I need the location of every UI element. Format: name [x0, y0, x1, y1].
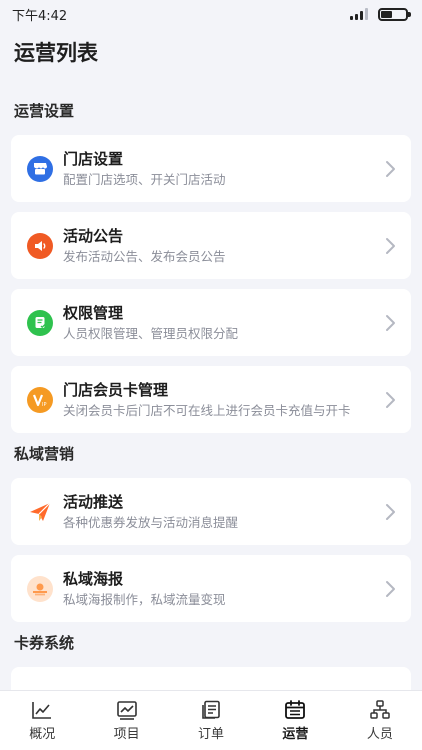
menu-item-desc: 私域海报制作，私域流量变现	[63, 591, 226, 607]
poster-icon	[27, 575, 53, 602]
menu-item-private-poster[interactable]: 私域海报 私域海报制作，私域流量变现	[11, 555, 411, 622]
line-chart-icon	[116, 700, 137, 720]
menu-item-permissions[interactable]: 权限管理 人员权限管理、管理员权限分配	[11, 289, 411, 356]
menu-item-title: 门店设置	[63, 149, 124, 168]
order-list-icon	[202, 700, 220, 719]
calendar-icon	[285, 699, 306, 719]
menu-item-store-settings[interactable]: 门店设置 配置门店选项、开关门店活动	[11, 135, 411, 202]
section-title-operations: 运营设置	[14, 102, 75, 120]
page-title: 运营列表	[14, 41, 98, 65]
menu-item-desc: 各种优惠券发放与活动消息提醒	[63, 514, 239, 530]
chevron-right-icon	[386, 237, 395, 254]
battery-icon	[378, 7, 411, 21]
tab-label: 订单	[198, 726, 225, 742]
tab-orders[interactable]: 订单	[169, 691, 253, 750]
menu-item-title: 门店会员卡管理	[63, 380, 169, 399]
menu-item-desc: 关闭会员卡后门店不可在线上进行会员卡充值与开卡	[63, 402, 351, 418]
tab-label: 概况	[29, 726, 56, 742]
status-icons	[350, 7, 411, 21]
section-title-coupon-system: 卡券系统	[14, 634, 75, 652]
tab-projects[interactable]: 项目	[84, 691, 168, 750]
tab-staff[interactable]: 人员	[338, 691, 422, 750]
tab-label: 项目	[113, 726, 140, 742]
status-bar: 下午4:42	[0, 0, 422, 28]
menu-item-title: 活动推送	[63, 492, 124, 511]
chevron-right-icon	[386, 580, 395, 597]
tab-label: 运营	[282, 726, 309, 742]
tab-operations[interactable]: 运营	[253, 691, 337, 750]
menu-item-activity-push[interactable]: 活动推送 各种优惠券发放与活动消息提醒	[11, 478, 411, 545]
menu-item-announcements[interactable]: 活动公告 发布活动公告、发布会员公告	[11, 212, 411, 279]
status-time: 下午4:42	[12, 8, 68, 24]
trend-chart-icon	[32, 701, 52, 719]
tab-label: 人员	[366, 726, 393, 742]
menu-item-title: 活动公告	[63, 226, 124, 245]
store-icon	[27, 155, 53, 182]
section-title-private-marketing: 私域营销	[14, 445, 75, 463]
menu-item-desc: 发布活动公告、发布会员公告	[63, 248, 226, 264]
org-chart-icon	[370, 699, 390, 719]
bottom-tab-bar: 概况 项目 订单 运营 人员	[0, 690, 422, 750]
menu-item-member-card[interactable]: IP 门店会员卡管理 关闭会员卡后门店不可在线上进行会员卡充值与开卡	[11, 366, 411, 433]
menu-item-title: 私域海报	[63, 569, 124, 588]
menu-item-title: 权限管理	[63, 303, 124, 322]
tab-overview[interactable]: 概况	[0, 691, 84, 750]
chevron-right-icon	[386, 160, 395, 177]
signal-icon	[350, 8, 368, 20]
chevron-right-icon	[386, 503, 395, 520]
menu-item-desc: 配置门店选项、开关门店活动	[63, 171, 226, 187]
chevron-right-icon	[386, 391, 395, 408]
vip-icon: IP	[27, 386, 53, 413]
menu-item-desc: 人员权限管理、管理员权限分配	[63, 325, 239, 341]
paper-plane-icon	[27, 499, 53, 525]
megaphone-icon	[27, 232, 53, 259]
permission-icon	[27, 309, 53, 336]
chevron-right-icon	[386, 314, 395, 331]
svg-text:IP: IP	[42, 402, 47, 407]
